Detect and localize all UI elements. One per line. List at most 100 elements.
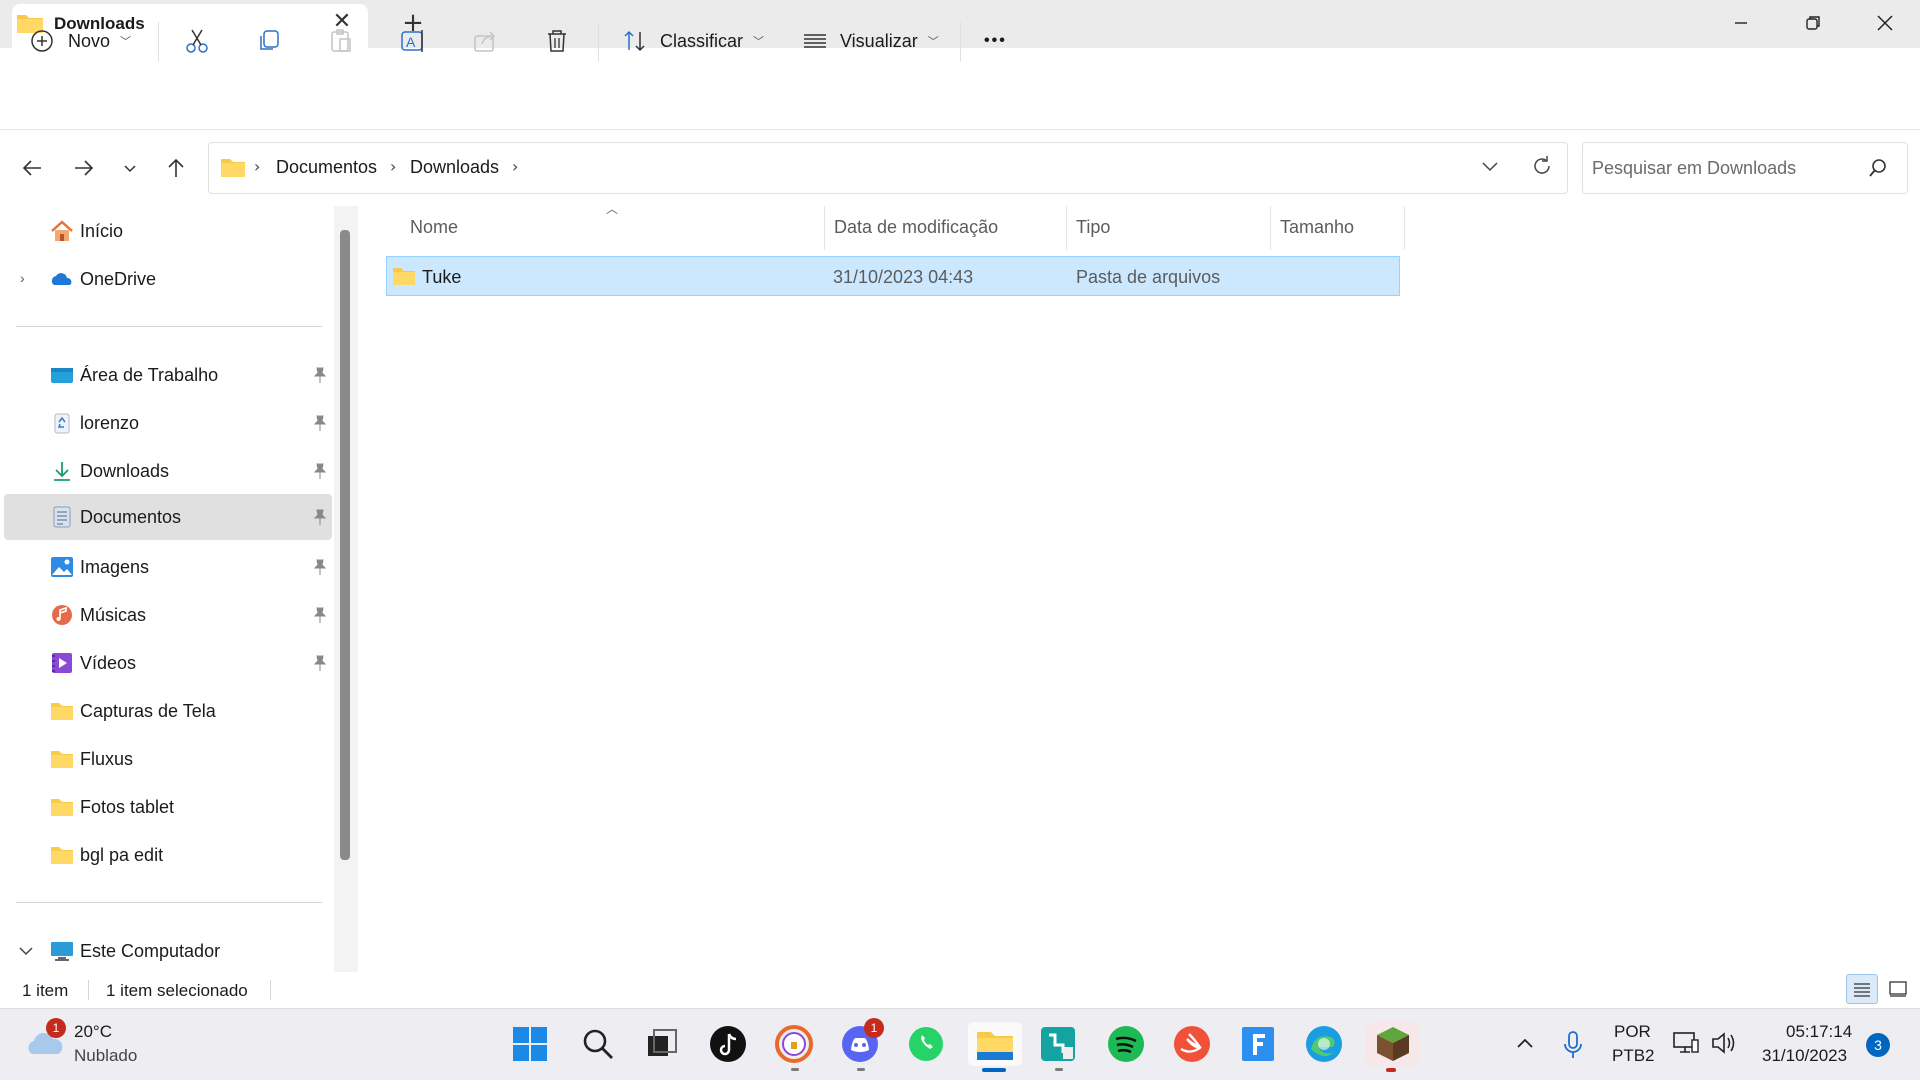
view-button[interactable]: Visualizar ﹀ (802, 20, 939, 62)
delete-button[interactable] (544, 20, 570, 62)
column-divider[interactable] (1404, 206, 1405, 250)
collapse-chevron-icon[interactable] (18, 944, 34, 958)
sidebar-item-downloads[interactable]: Downloads (4, 448, 332, 494)
search-input[interactable]: Pesquisar em Downloads (1592, 158, 1796, 179)
column-header-nome[interactable]: Nome (410, 217, 458, 238)
sidebar-item-fotos-tablet[interactable]: Fotos tablet (4, 784, 332, 830)
breadcrumb-documentos[interactable]: Documentos (276, 157, 377, 178)
share-button[interactable] (472, 20, 498, 62)
plus-circle-icon (31, 30, 53, 52)
sidebar-divider (16, 902, 322, 903)
language-indicator[interactable]: POR (1614, 1022, 1651, 1042)
column-divider[interactable] (824, 206, 825, 250)
minecraft-grass-block-icon (1377, 1027, 1409, 1061)
minecraft-app[interactable] (1366, 1022, 1420, 1066)
sidebar-item-bgl-pa-edit[interactable]: bgl pa edit (4, 832, 332, 878)
file-modified: 31/10/2023 04:43 (833, 267, 974, 287)
sidebar-item-label: Fluxus (80, 749, 134, 769)
network-button[interactable] (1672, 1030, 1702, 1058)
sidebar-item-documentos[interactable]: Documentos (4, 494, 332, 540)
pin-icon (313, 559, 327, 575)
minimize-button[interactable] (1716, 6, 1766, 40)
file-type: Pasta de arquivos (1076, 267, 1221, 287)
cut-button[interactable] (184, 20, 210, 62)
nav-pane-scrollbar[interactable] (340, 230, 350, 860)
details-view-button[interactable] (1846, 974, 1878, 1004)
microphone-button[interactable] (1562, 1030, 1588, 1060)
refresh-icon (1534, 156, 1550, 174)
tiles-view-button[interactable] (1882, 974, 1914, 1004)
forward-button[interactable] (66, 150, 102, 186)
keyboard-layout[interactable]: PTB2 (1612, 1046, 1655, 1066)
refresh-button[interactable] (1530, 154, 1556, 180)
weather-widget[interactable]: 1 20°C Nublado (24, 1016, 154, 1074)
selection-count: 1 item selecionado (106, 981, 248, 1000)
task-view-button[interactable] (640, 1022, 684, 1066)
sidebar-item-area-de-trabalho[interactable]: Área de Trabalho (4, 352, 332, 398)
close-window-button[interactable] (1860, 6, 1910, 40)
swift-app[interactable] (1170, 1022, 1214, 1066)
back-button[interactable] (14, 150, 50, 186)
clock-date[interactable]: 31/10/2023 (1762, 1046, 1847, 1066)
start-button[interactable] (508, 1022, 552, 1066)
fluxus-app[interactable] (1236, 1022, 1280, 1066)
edge-app[interactable] (1302, 1022, 1346, 1066)
search-icon (583, 1029, 613, 1059)
folder-icon (51, 703, 73, 720)
volume-button[interactable] (1710, 1030, 1740, 1058)
arrow-left-icon (22, 160, 41, 176)
column-divider[interactable] (1270, 206, 1271, 250)
sidebar-item-este-computador[interactable]: Este Computador (4, 928, 332, 974)
remote-app[interactable] (1036, 1022, 1080, 1066)
column-divider[interactable] (1066, 206, 1067, 250)
sort-button[interactable]: Classificar ﹀ (622, 20, 764, 62)
sidebar-item-fluxus[interactable]: Fluxus (4, 736, 332, 782)
svg-text:A: A (406, 34, 416, 50)
spotify-icon (1108, 1026, 1144, 1062)
whatsapp-app[interactable] (904, 1022, 948, 1066)
sidebar-item-musicas[interactable]: Músicas (4, 592, 332, 638)
arrow-up-icon (168, 158, 184, 177)
running-indicator (1386, 1068, 1396, 1072)
sidebar-item-onedrive[interactable]: › OneDrive (4, 256, 332, 302)
sort-icon (624, 30, 645, 52)
search-taskbar-button[interactable] (576, 1022, 620, 1066)
sidebar-item-capturas-de-tela[interactable]: Capturas de Tela (4, 688, 332, 734)
new-button[interactable]: Novo ﹀ (30, 20, 131, 62)
column-header-data[interactable]: Data de modificação (834, 217, 998, 238)
sidebar-item-label: lorenzo (80, 413, 140, 433)
more-options-button[interactable]: ••• (984, 20, 1007, 62)
arrow-right-icon (75, 160, 94, 176)
copy-icon (260, 30, 279, 50)
sidebar-item-inicio[interactable]: Início (4, 208, 332, 254)
paste-button[interactable] (328, 20, 354, 62)
file-explorer-app[interactable] (968, 1022, 1022, 1066)
up-button[interactable] (158, 150, 194, 186)
running-indicator (791, 1068, 799, 1071)
sidebar-item-videos[interactable]: Vídeos (4, 640, 332, 686)
copy-button[interactable] (256, 20, 282, 62)
notification-badge[interactable]: 3 (1866, 1033, 1890, 1057)
folder-icon (221, 159, 245, 177)
rename-button[interactable]: A (400, 20, 428, 62)
spotify-app[interactable] (1104, 1022, 1148, 1066)
clock-time[interactable]: 05:17:14 (1786, 1022, 1852, 1042)
tiktok-app[interactable] (706, 1022, 750, 1066)
sidebar-item-label: Capturas de Tela (80, 701, 216, 721)
address-history-button[interactable] (1480, 156, 1504, 180)
restore-button[interactable] (1788, 6, 1838, 40)
show-hidden-icons-button[interactable] (1514, 1032, 1540, 1058)
music-icon (52, 605, 72, 625)
sidebar-item-lorenzo[interactable]: lorenzo (4, 400, 332, 446)
trash-icon (548, 30, 566, 52)
file-name[interactable]: Tuke (422, 267, 461, 288)
chevron-down-icon (124, 165, 136, 173)
column-header-tamanho[interactable]: Tamanho (1280, 217, 1354, 238)
status-divider (270, 980, 271, 1000)
recent-locations-button[interactable] (112, 150, 148, 186)
sidebar-item-imagens[interactable]: Imagens (4, 544, 332, 590)
expand-chevron-icon[interactable]: › (20, 270, 25, 286)
column-header-tipo[interactable]: Tipo (1076, 217, 1110, 238)
vpn-app[interactable] (772, 1022, 816, 1066)
breadcrumb-downloads[interactable]: Downloads (410, 157, 499, 178)
